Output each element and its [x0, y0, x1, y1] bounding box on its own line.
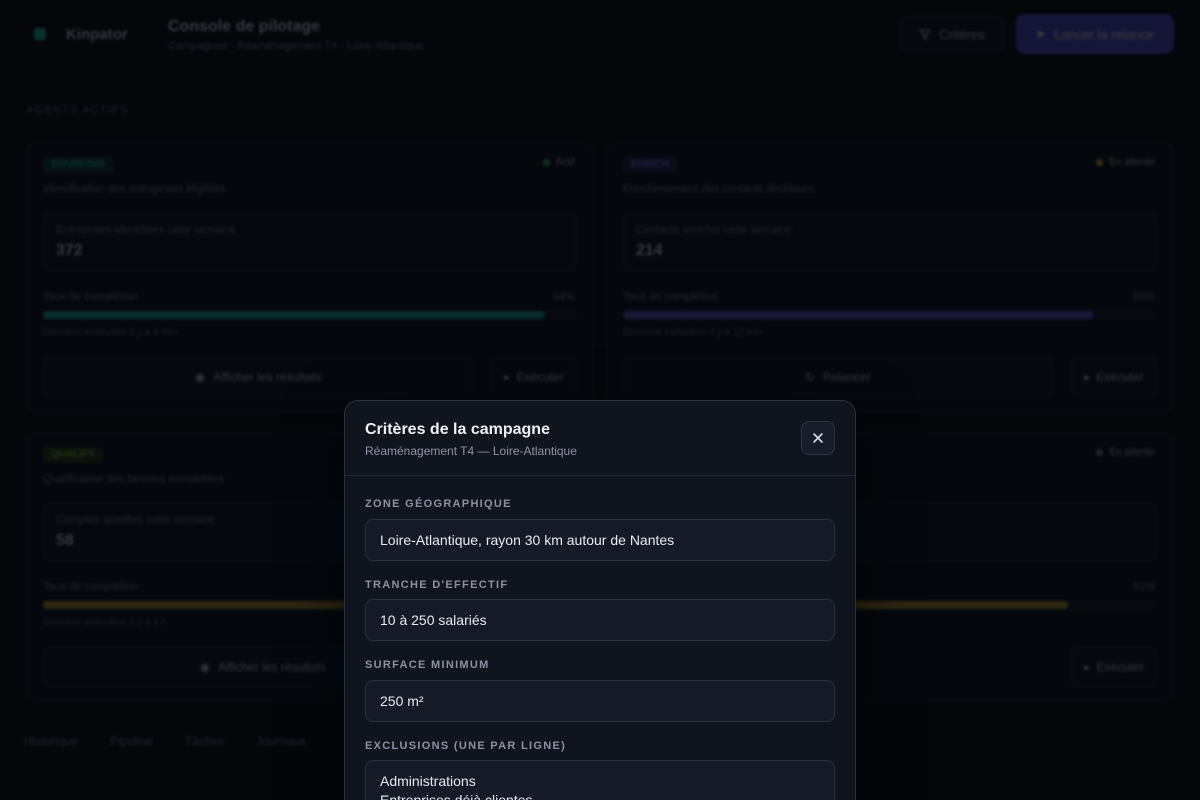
surface-input[interactable]: [365, 680, 835, 722]
close-button[interactable]: [801, 421, 835, 455]
modal-header: Critères de la campagne Réaménagement T4…: [345, 401, 855, 476]
zone-label: ZONE GÉOGRAPHIQUE: [365, 498, 512, 510]
effectif-label: TRANCHE D'EFFECTIF: [365, 579, 509, 591]
modal-title: Critères de la campagne: [365, 421, 550, 438]
close-icon: [813, 433, 823, 443]
effectif-input[interactable]: [365, 599, 835, 641]
modal-subtitle: Réaménagement T4 — Loire-Atlantique: [365, 444, 577, 458]
exclusions-textarea[interactable]: [365, 760, 835, 800]
campaign-criteria-modal: Critères de la campagne Réaménagement T4…: [344, 400, 856, 800]
exclusions-label: EXCLUSIONS (UNE PAR LIGNE): [365, 740, 567, 752]
surface-label: SURFACE MINIMUM: [365, 659, 490, 671]
zone-input[interactable]: [365, 519, 835, 561]
